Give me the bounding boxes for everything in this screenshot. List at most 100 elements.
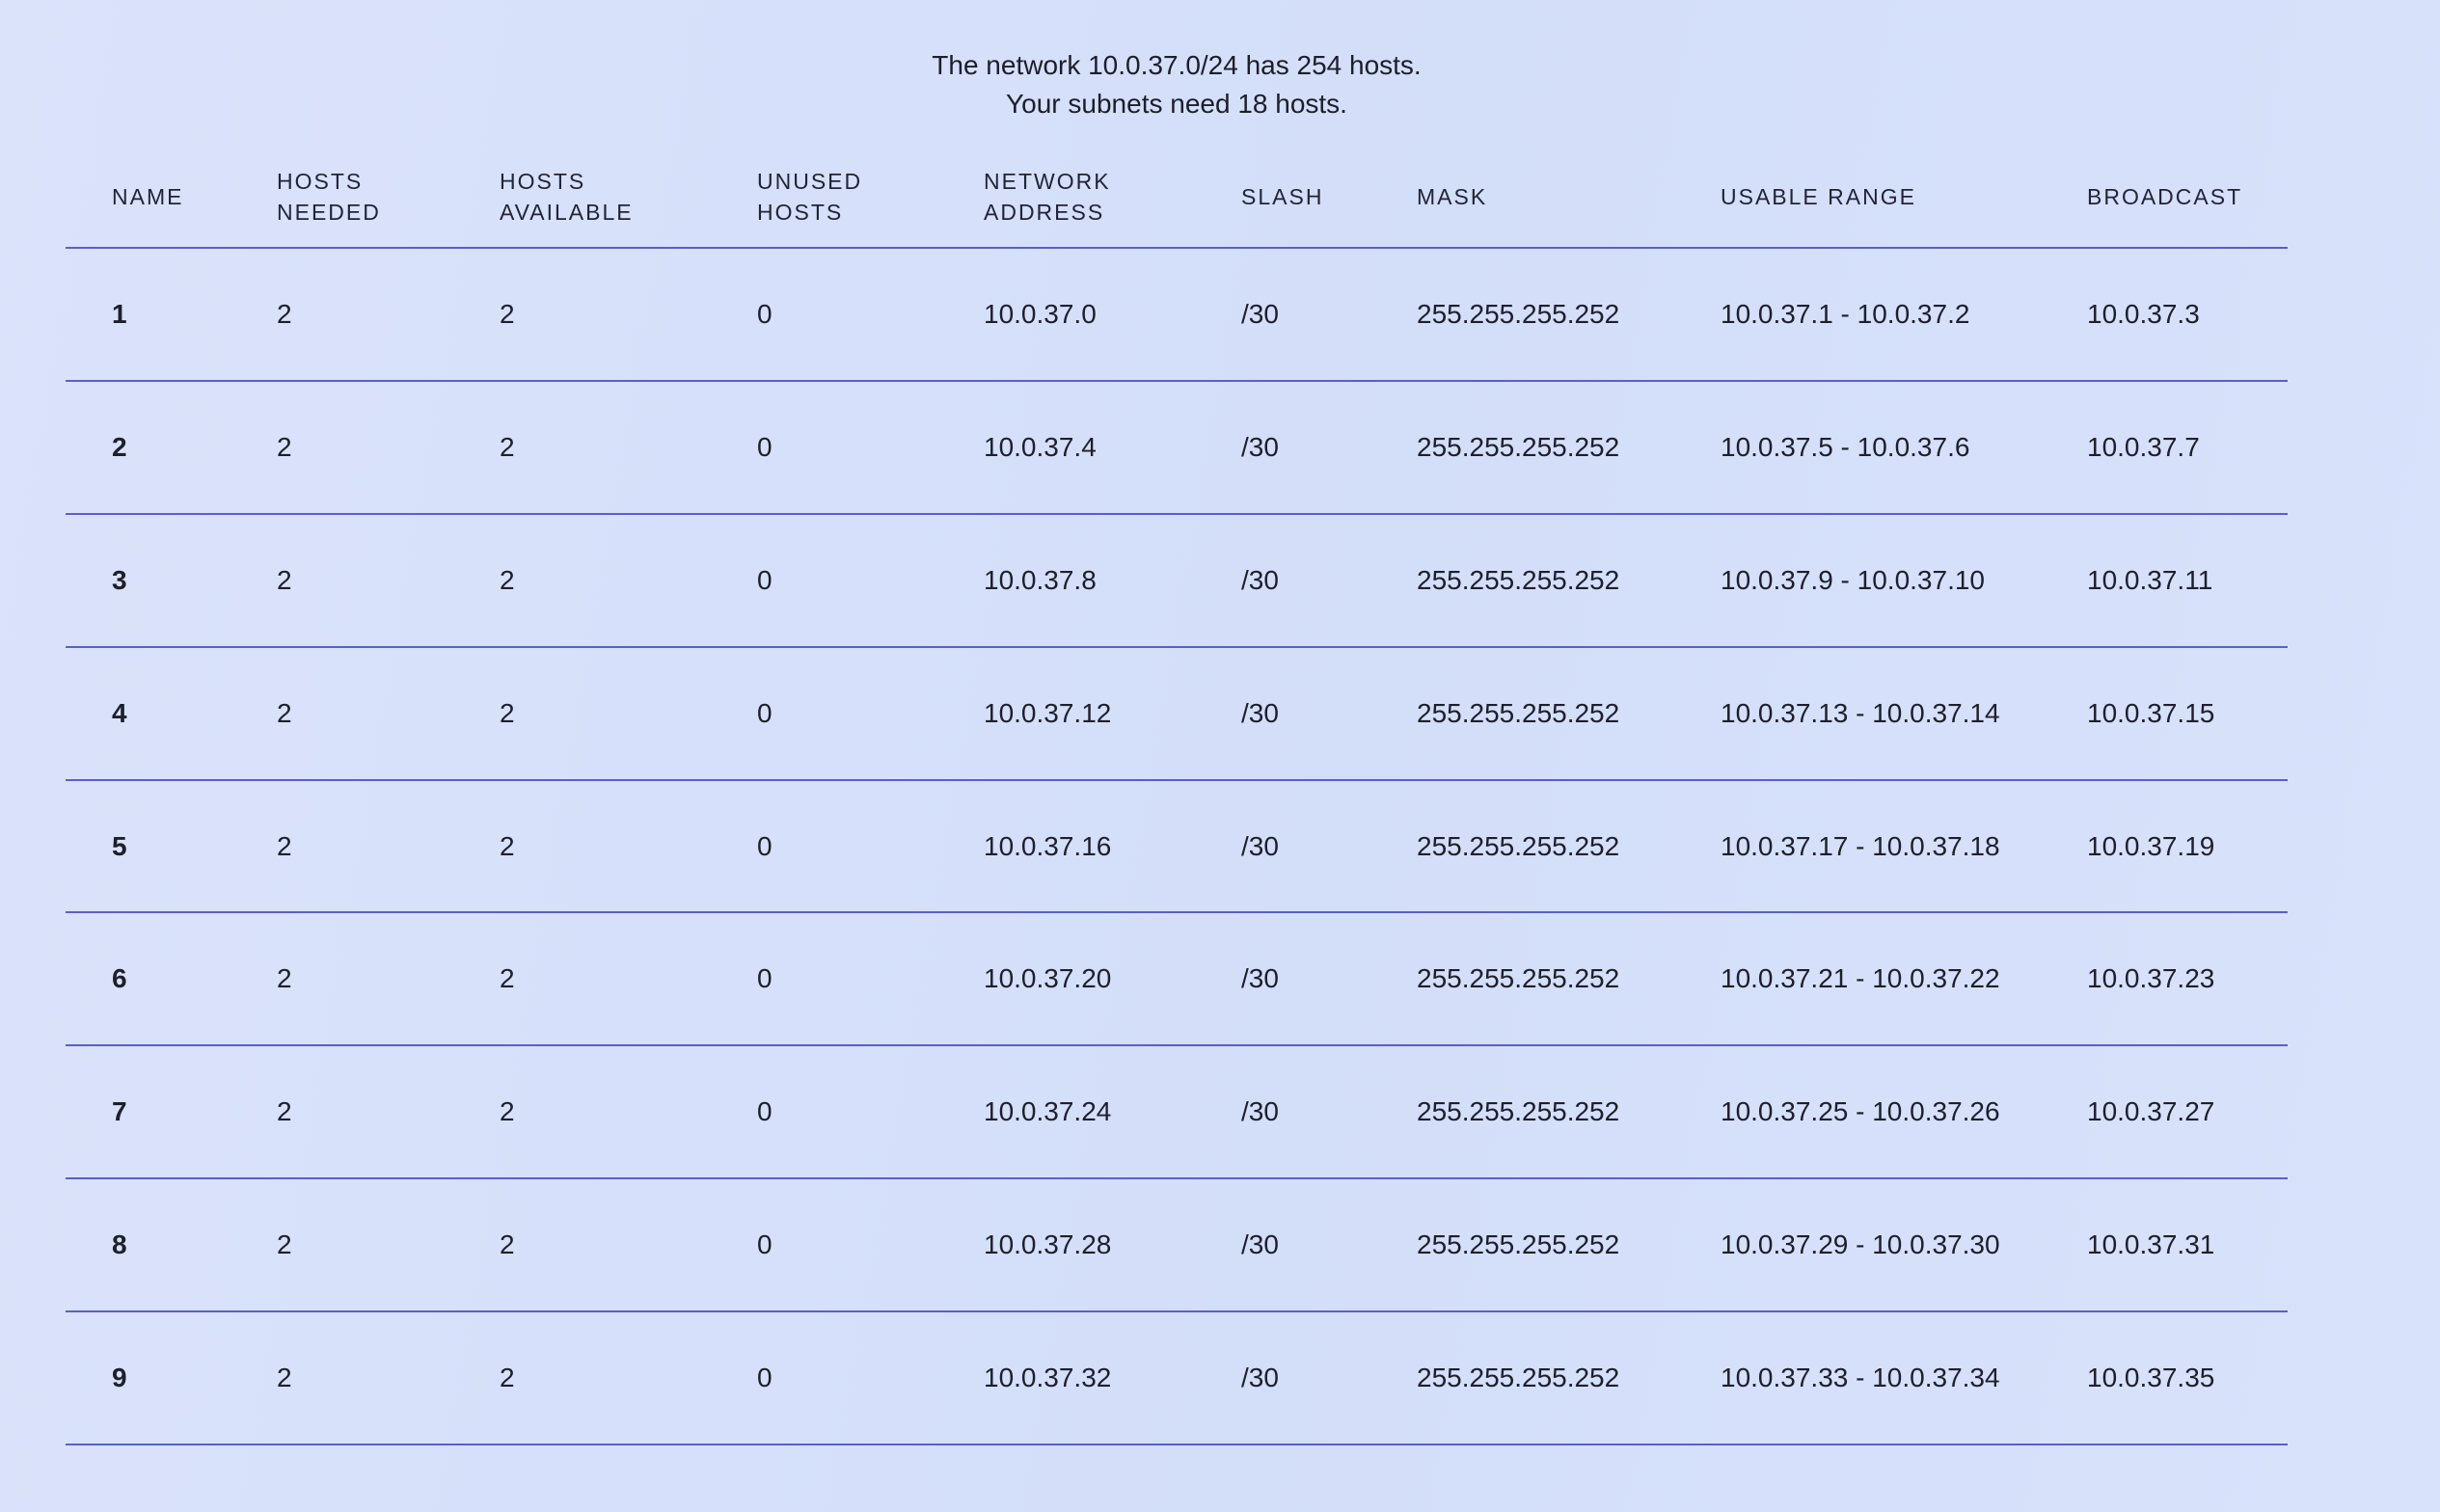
cell-unused-hosts: 0	[757, 1229, 773, 1260]
cell-hosts-available: 2	[500, 564, 515, 595]
cell-mask: 255.255.255.252	[1417, 697, 1620, 728]
cell-broadcast: 10.0.37.23	[2087, 963, 2215, 994]
subnet-table: NAME HOSTS NEEDED HOSTS AVAILABLE UNUSED…	[66, 154, 2288, 1446]
header-usable-range: USABLE RANGE	[1721, 184, 1916, 209]
cell-usable-range: 10.0.37.9 - 10.0.37.10	[1721, 564, 1985, 595]
table-row: 3 2 2 0 10.0.37.8/30 255.255.255.252 10.0.37.9…	[66, 515, 2288, 648]
cell-network-address: 10.0.37.12	[984, 697, 1112, 728]
table-row: 6 2 2 0 10.0.37.20/30 255.255.255.252 10.0.37.…	[66, 913, 2288, 1047]
cell-mask: 255.255.255.252	[1417, 1229, 1620, 1260]
cell-slash: /30	[1241, 1096, 1279, 1127]
cell-hosts-needed: 2	[277, 830, 292, 861]
header-mask: MASK	[1417, 184, 1488, 209]
summary-subnet-hosts: Your subnets need 18 hosts.	[1006, 89, 1347, 119]
cell-unused-hosts: 0	[757, 963, 773, 994]
cell-name: 3	[112, 564, 127, 595]
table-row: 5 2 2 0 10.0.37.16/30 255.255.255.252 10.0.37.…	[66, 781, 2288, 914]
cell-broadcast: 10.0.37.31	[2087, 1229, 2215, 1260]
table-row: 7 2 2 0 10.0.37.24/30 255.255.255.252 10.0.37.…	[66, 1046, 2288, 1180]
cell-mask: 255.255.255.252	[1417, 1363, 1620, 1393]
cell-hosts-needed: 2	[277, 431, 292, 462]
cell-network-address: 10.0.37.28	[984, 1229, 1112, 1260]
cell-broadcast: 10.0.37.19	[2087, 830, 2215, 861]
cell-usable-range: 10.0.37.17 - 10.0.37.18	[1721, 830, 2000, 861]
cell-hosts-available: 2	[500, 1363, 515, 1393]
table-row: 9 2 2 0 10.0.37.32/30 255.255.255.252 10.0.37.…	[66, 1312, 2288, 1446]
cell-usable-range: 10.0.37.5 - 10.0.37.6	[1721, 431, 1970, 462]
cell-usable-range: 10.0.37.25 - 10.0.37.26	[1721, 1096, 2000, 1127]
cell-unused-hosts: 0	[757, 830, 773, 861]
cell-hosts-needed: 2	[277, 298, 292, 329]
cell-usable-range: 10.0.37.21 - 10.0.37.22	[1721, 963, 2000, 994]
cell-network-address: 10.0.37.20	[984, 963, 1112, 994]
table-row: 4 2 2 0 10.0.37.12/30 255.255.255.252 10.0.37.…	[66, 648, 2288, 781]
cell-slash: /30	[1241, 830, 1279, 861]
cell-usable-range: 10.0.37.29 - 10.0.37.30	[1721, 1229, 2000, 1260]
cell-unused-hosts: 0	[757, 1096, 773, 1127]
cell-name: 8	[112, 1229, 127, 1260]
cell-hosts-available: 2	[500, 1096, 515, 1127]
header-broadcast: BROADCAST	[2087, 184, 2243, 209]
cell-broadcast: 10.0.37.11	[2087, 564, 2213, 595]
header-unused-hosts: UNUSED HOSTS	[757, 169, 863, 225]
cell-unused-hosts: 0	[757, 431, 773, 462]
cell-unused-hosts: 0	[757, 697, 773, 728]
cell-mask: 255.255.255.252	[1417, 1096, 1620, 1127]
table-row: 8 2 2 0 10.0.37.28/30 255.255.255.252 10.0.37.…	[66, 1179, 2288, 1313]
cell-hosts-needed: 2	[277, 963, 292, 994]
cell-hosts-available: 2	[500, 830, 515, 861]
cell-unused-hosts: 0	[757, 1363, 773, 1393]
cell-slash: /30	[1241, 963, 1279, 994]
cell-network-address: 10.0.37.16	[984, 830, 1112, 861]
cell-network-address: 10.0.37.32	[984, 1363, 1112, 1393]
cell-name: 7	[112, 1096, 127, 1127]
cell-slash: /30	[1241, 564, 1279, 595]
table-row: 2 2 2 0 10.0.37.4/30 255.255.255.252 10.0.37.5…	[66, 382, 2288, 515]
cell-hosts-available: 2	[500, 298, 515, 329]
header-hosts-available: HOSTS AVAILABLE	[500, 169, 634, 225]
cell-name: 2	[112, 431, 127, 462]
cell-name: 9	[112, 1363, 127, 1393]
cell-name: 5	[112, 830, 127, 861]
cell-broadcast: 10.0.37.3	[2087, 298, 2200, 329]
cell-name: 6	[112, 963, 127, 994]
header-hosts-needed: HOSTS NEEDED	[277, 169, 381, 225]
cell-broadcast: 10.0.37.27	[2087, 1096, 2215, 1127]
table-row: 1 2 2 0 10.0.37.0/30 255.255.255.252 10.0.37.1…	[66, 249, 2288, 382]
table-header-row: NAME HOSTS NEEDED HOSTS AVAILABLE UNUSED…	[66, 154, 2288, 249]
cell-broadcast: 10.0.37.15	[2087, 697, 2215, 728]
cell-network-address: 10.0.37.24	[984, 1096, 1112, 1127]
cell-slash: /30	[1241, 697, 1279, 728]
cell-network-address: 10.0.37.0	[984, 298, 1097, 329]
summary-network-hosts: The network 10.0.37.0/24 has 254 hosts.	[932, 50, 1422, 80]
cell-broadcast: 10.0.37.7	[2087, 431, 2200, 462]
cell-slash: /30	[1241, 1229, 1279, 1260]
cell-mask: 255.255.255.252	[1417, 963, 1620, 994]
cell-slash: /30	[1241, 431, 1279, 462]
cell-hosts-needed: 2	[277, 564, 292, 595]
cell-usable-range: 10.0.37.33 - 10.0.37.34	[1721, 1363, 2000, 1393]
cell-network-address: 10.0.37.4	[984, 431, 1097, 462]
cell-network-address: 10.0.37.8	[984, 564, 1097, 595]
header-network-address: NETWORK ADDRESS	[984, 169, 1111, 225]
cell-usable-range: 10.0.37.1 - 10.0.37.2	[1721, 298, 1970, 329]
cell-hosts-needed: 2	[277, 697, 292, 728]
header-name: NAME	[112, 184, 184, 209]
cell-name: 4	[112, 697, 127, 728]
cell-hosts-available: 2	[500, 431, 515, 462]
cell-unused-hosts: 0	[757, 298, 773, 329]
cell-usable-range: 10.0.37.13 - 10.0.37.14	[1721, 697, 2000, 728]
cell-mask: 255.255.255.252	[1417, 431, 1620, 462]
cell-hosts-available: 2	[500, 1229, 515, 1260]
cell-slash: /30	[1241, 1363, 1279, 1393]
cell-mask: 255.255.255.252	[1417, 830, 1620, 861]
header-slash: SLASH	[1241, 184, 1324, 209]
cell-name: 1	[112, 298, 127, 329]
cell-broadcast: 10.0.37.35	[2087, 1363, 2215, 1393]
cell-hosts-available: 2	[500, 963, 515, 994]
cell-slash: /30	[1241, 298, 1279, 329]
cell-hosts-needed: 2	[277, 1363, 292, 1393]
cell-hosts-needed: 2	[277, 1096, 292, 1127]
cell-hosts-available: 2	[500, 697, 515, 728]
cell-hosts-needed: 2	[277, 1229, 292, 1260]
